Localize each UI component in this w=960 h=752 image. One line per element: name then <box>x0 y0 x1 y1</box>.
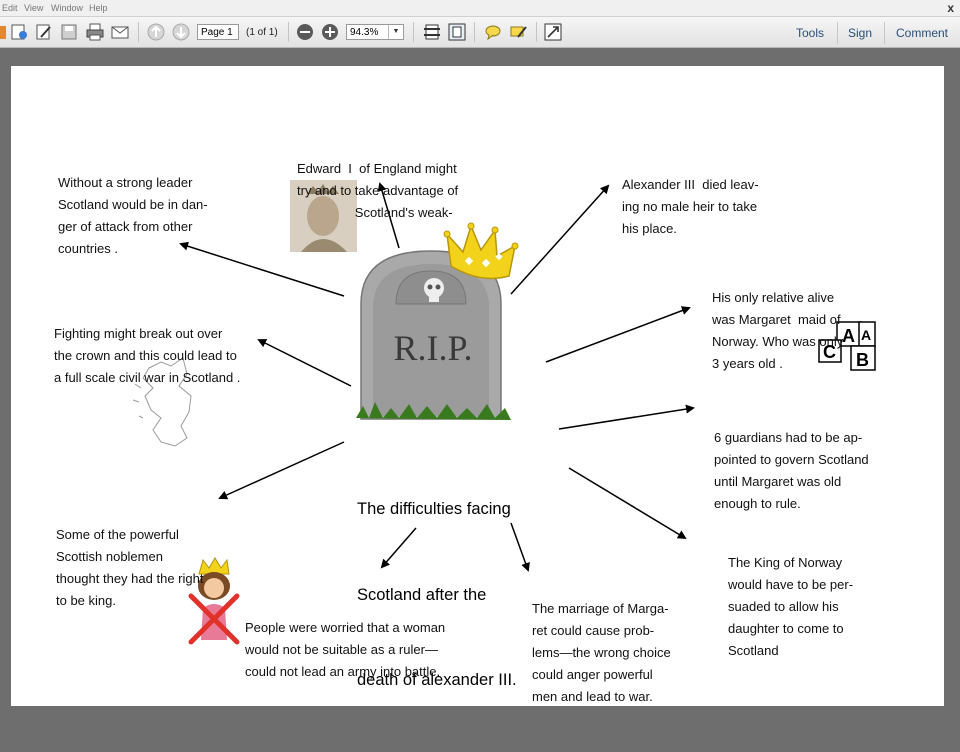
arrow-fighting <box>257 339 352 387</box>
toolbar: Page 1 (1 of 1) 94.3% ▼ Tools Sign Comme… <box>0 17 960 48</box>
arrow-noblemen <box>218 441 345 500</box>
fit-page-icon[interactable] <box>423 23 441 41</box>
sign-pane-link[interactable]: Sign <box>848 26 872 40</box>
edward-text: Edward I of England might try and to take… <box>297 161 459 220</box>
page-number-input[interactable]: Page 1 <box>197 24 239 40</box>
noblemen-text: Some of the powerful Scottish noblemen tho… <box>56 527 204 608</box>
marriage-text: The marriage of Marga-ret could cause pr… <box>532 601 671 704</box>
comment-icon[interactable] <box>484 23 502 41</box>
menu-view[interactable]: View <box>24 3 43 13</box>
create-pdf-icon[interactable] <box>10 23 28 41</box>
menu-help[interactable]: Help <box>89 3 108 13</box>
title-line-1: The difficulties facing <box>357 500 511 518</box>
zoom-input[interactable]: 94.3% ▼ <box>346 24 404 40</box>
window-close-button[interactable]: x <box>947 1 954 15</box>
expand-icon[interactable] <box>544 23 562 41</box>
print-icon[interactable] <box>85 23 105 41</box>
zoom-out-icon[interactable] <box>296 23 314 41</box>
pdf-page: A A C B R.I.P. The difficulties facing S… <box>11 66 944 706</box>
email-icon[interactable] <box>110 23 130 41</box>
strong-leader-text: Without a strong leader Scotland would be… <box>58 175 208 256</box>
page-count: (1 of 1) <box>246 27 278 38</box>
document-viewport[interactable]: A A C B R.I.P. The difficulties facing S… <box>0 48 960 720</box>
comment-pane-link[interactable]: Comment <box>896 26 948 40</box>
edit-icon[interactable] <box>35 23 53 41</box>
block-letter-a1: A <box>842 326 855 346</box>
tombstone-text: R.I.P. <box>393 328 473 368</box>
tools-pane-link[interactable]: Tools <box>796 26 824 40</box>
arrow-guardians <box>558 404 695 430</box>
woman-ruler-text: People were worried that a woman would no… <box>245 620 446 679</box>
block-letter-a2: A <box>861 327 871 343</box>
zoom-in-icon[interactable] <box>321 23 339 41</box>
save-icon[interactable] <box>60 23 78 41</box>
block-letter-b: B <box>856 350 869 370</box>
highlight-icon[interactable] <box>509 23 529 41</box>
menu-edit[interactable]: Edit <box>2 3 18 13</box>
arrow-alexander <box>510 184 610 295</box>
arrow-relative <box>545 306 691 363</box>
zoom-dropdown-icon[interactable]: ▼ <box>388 25 403 39</box>
partial-icon <box>0 26 6 39</box>
zoom-value: 94.3% <box>350 27 379 38</box>
fit-width-icon[interactable] <box>448 23 466 41</box>
norway-text: The King of Norway would have to be per-s… <box>728 555 854 658</box>
next-page-icon[interactable] <box>172 23 190 41</box>
fighting-text: Fighting might break out over the crown a… <box>54 326 241 385</box>
arrow-norway <box>568 467 687 540</box>
menu-window[interactable]: Window <box>51 3 83 13</box>
previous-page-icon[interactable] <box>147 23 165 41</box>
menu-bar: Edit View Window Help x <box>0 0 960 17</box>
